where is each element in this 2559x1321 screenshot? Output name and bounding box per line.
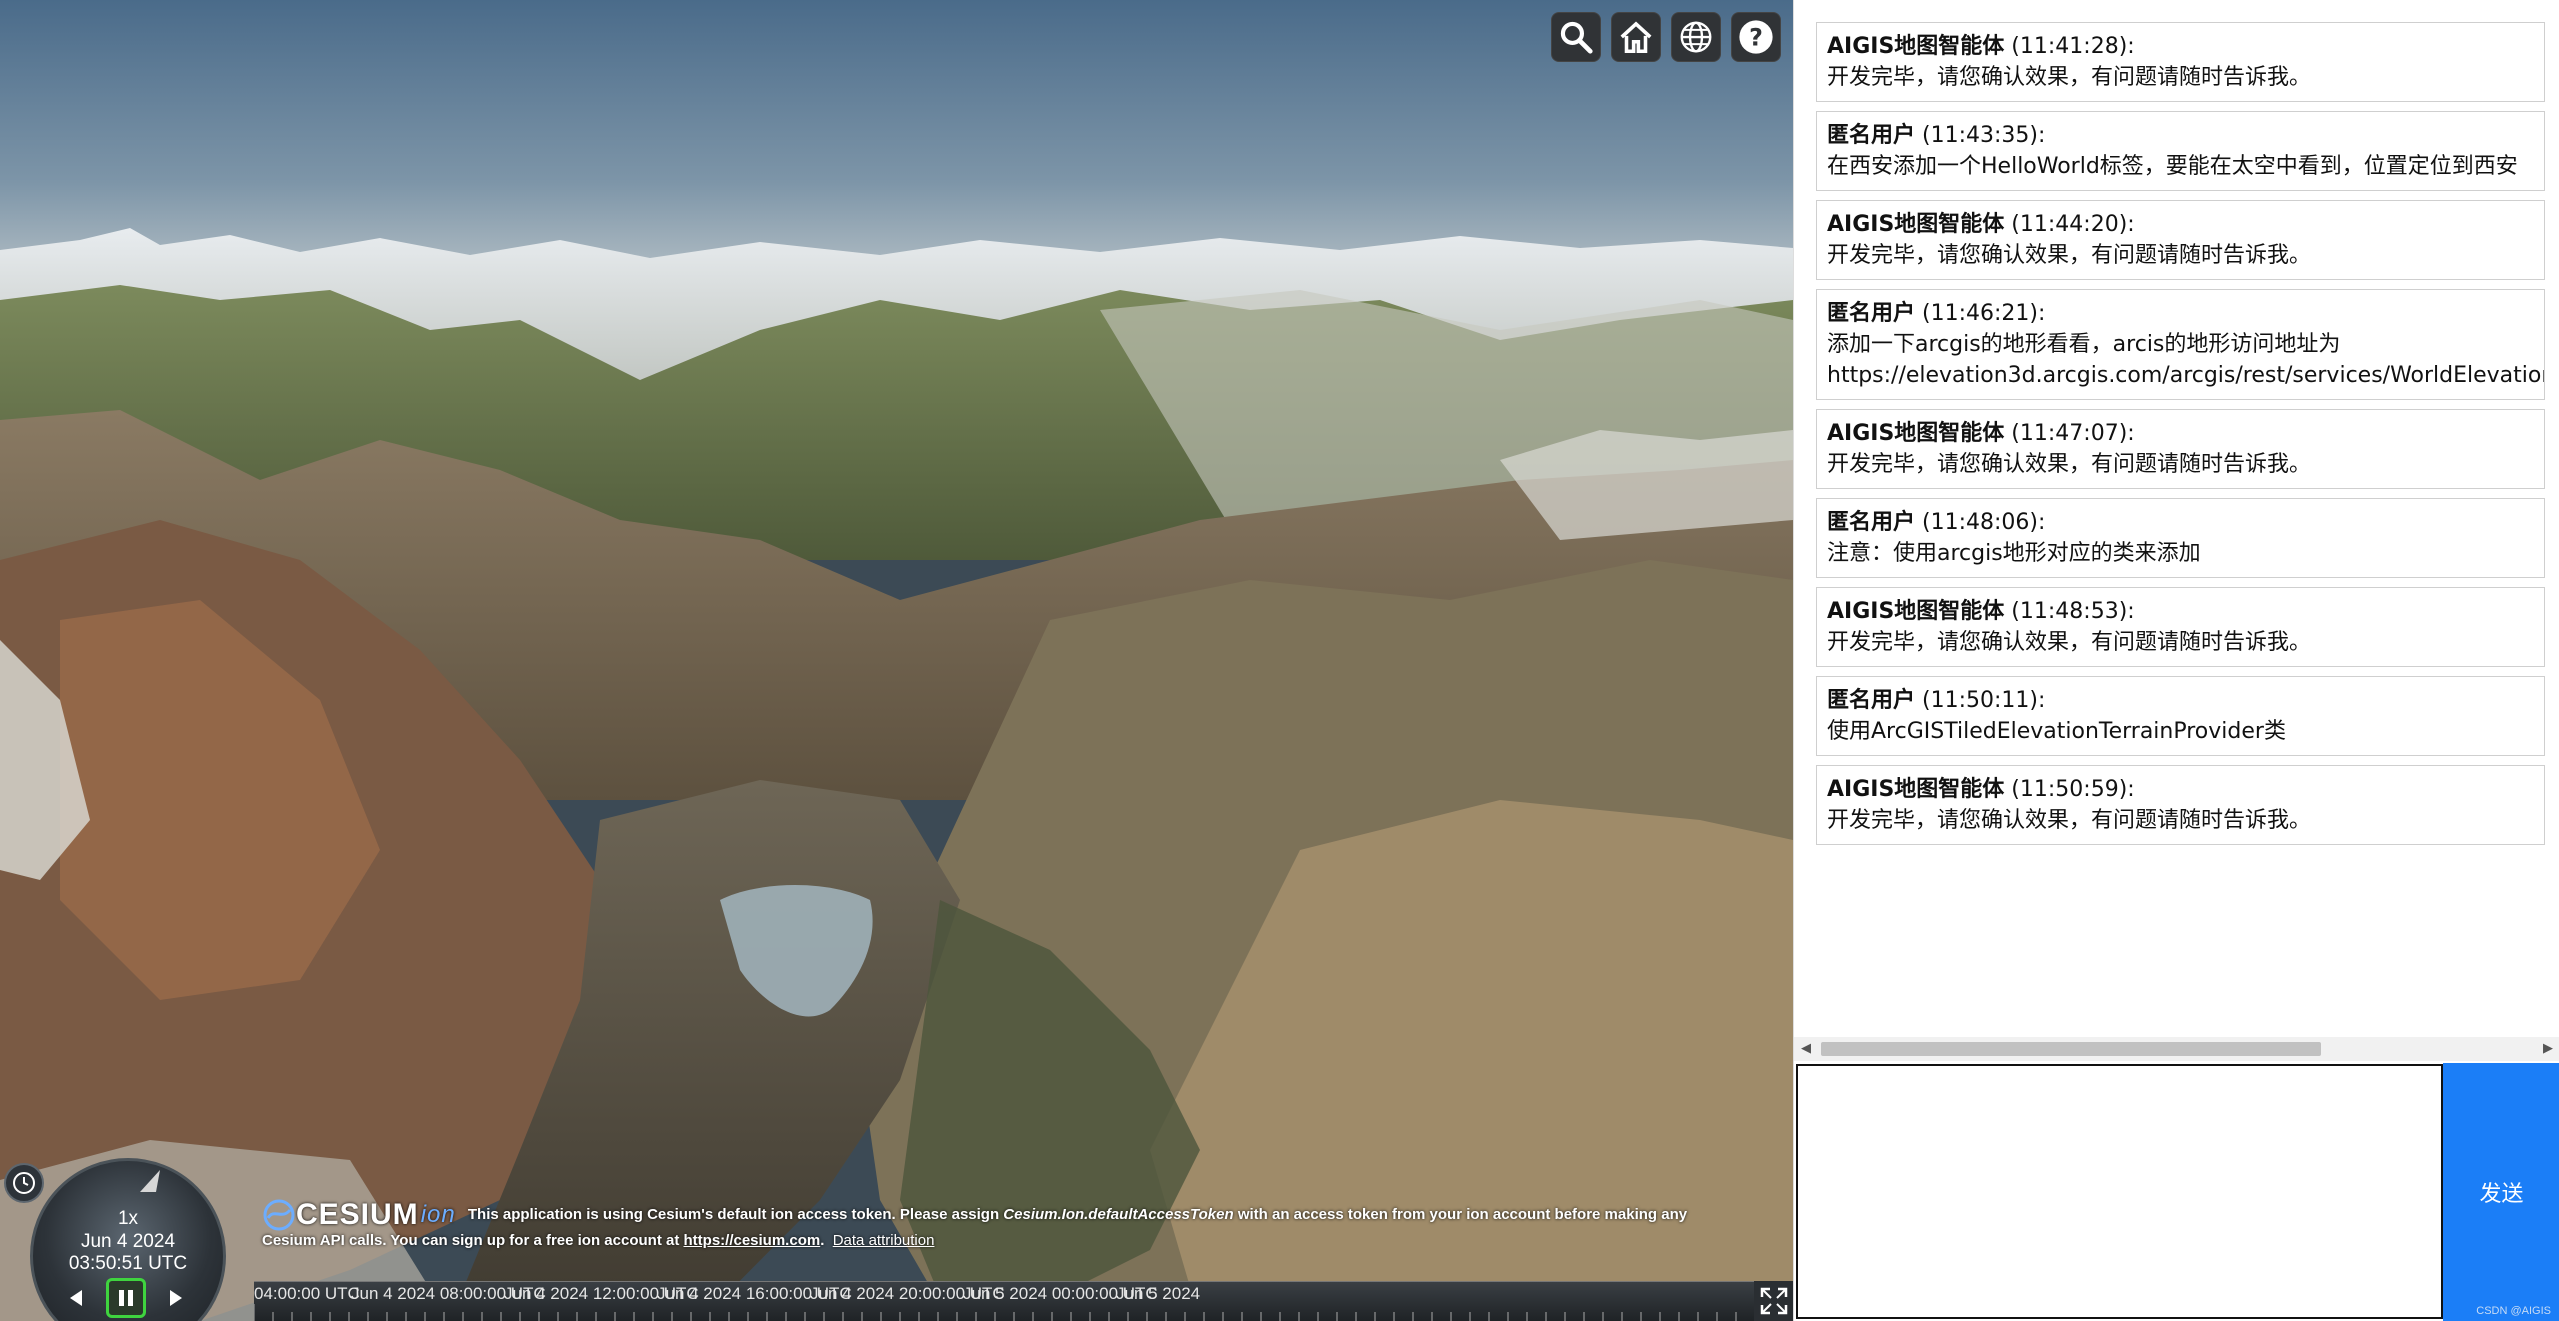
- credit-line1-a: This application is using Cesium's defau…: [467, 1205, 1000, 1223]
- data-attribution-link[interactable]: Data attribution: [833, 1232, 935, 1249]
- cesium-viewer[interactable]: ? 1x Jun 4 2024 03:50:51 UTC CESIUM ion …: [0, 0, 1793, 1321]
- cesium-signup-link[interactable]: https://cesium.com: [684, 1232, 821, 1249]
- chat-message: 匿名用户 (11:46:21): 添加一下arcgis的地形看看，arcis的地形…: [1816, 289, 2545, 400]
- animation-date: Jun 4 2024: [80, 1231, 176, 1252]
- pause-icon: [119, 1290, 133, 1306]
- message-content: 开发完毕，请您确认效果，有问题请随时告诉我。: [1827, 630, 2312, 655]
- chat-message: AIGIS地图智能体 (11:50:59): 开发完毕，请您确认效果，有问题请随时…: [1816, 765, 2545, 845]
- search-icon: [1560, 21, 1593, 54]
- message-content: 使用ArcGISTiledElevationTerrainProvider类: [1827, 719, 2286, 744]
- chat-message: 匿名用户 (11:43:35): 在西安添加一个HelloWorld标签，要能在太…: [1816, 111, 2545, 191]
- message-time: (11:44:20):: [2004, 212, 2135, 237]
- app-root: ? 1x Jun 4 2024 03:50:51 UTC CESIUM ion …: [0, 0, 2559, 1321]
- pause-button[interactable]: [106, 1278, 146, 1318]
- message-sender: AIGIS地图智能体: [1827, 421, 2005, 446]
- triangle-left-icon: [70, 1290, 82, 1306]
- home-icon: [1620, 21, 1652, 54]
- timeline[interactable]: 04:00:00 UTC Jun 4 2024 08:00:00 UTC Jun 4…: [254, 1281, 1754, 1321]
- scroll-left-icon[interactable]: ◀: [1798, 1041, 1814, 1057]
- scrollbar-thumb[interactable]: [1821, 1042, 2321, 1056]
- credit-line2-a: Cesium API calls. You can sign up for a …: [262, 1232, 680, 1249]
- message-list[interactable]: AIGIS地图智能体 (11:41:28): 开发完毕，请您确认效果，有问题请随时…: [1794, 22, 2559, 1037]
- fullscreen-icon: [1760, 1287, 1787, 1315]
- globe-icon: [1680, 21, 1712, 53]
- chat-message: AIGIS地图智能体 (11:44:20): 开发完毕，请您确认效果，有问题请随时…: [1816, 200, 2545, 280]
- watermark: CSDN @AIGIS: [2476, 1305, 2551, 1317]
- message-sender: AIGIS地图智能体: [1827, 212, 2005, 237]
- message-time: (11:50:11):: [1915, 688, 2046, 713]
- play-forward-button[interactable]: [156, 1278, 196, 1318]
- send-button[interactable]: 发送: [2443, 1063, 2559, 1321]
- timeline-label: 04:00:00 UTC: [254, 1284, 360, 1303]
- animation-speed: 1x: [117, 1208, 139, 1229]
- message-sender: 匿名用户: [1827, 510, 1916, 535]
- animation-time: 03:50:51 UTC: [68, 1253, 188, 1274]
- message-list-horizontal-scrollbar[interactable]: ◀ ▶: [1794, 1037, 2559, 1061]
- message-header: AIGIS地图智能体 (11:50:59):: [1827, 774, 2534, 805]
- message-content: 注意：使用arcgis地形对应的类来添加: [1827, 541, 2201, 566]
- shuttle-ring-pointer-icon[interactable]: [136, 1166, 166, 1196]
- chat-message: AIGIS地图智能体 (11:48:53): 开发完毕，请您确认效果，有问题请随时…: [1816, 587, 2545, 667]
- message-header: AIGIS地图智能体 (11:47:07):: [1827, 418, 2534, 449]
- message-time: (11:43:35):: [1915, 123, 2046, 148]
- message-time: (11:47:07):: [2004, 421, 2135, 446]
- message-time: (11:48:06):: [1915, 510, 2046, 535]
- message-content: 开发完毕，请您确认效果，有问题请随时告诉我。: [1827, 808, 2312, 833]
- home-button[interactable]: [1611, 12, 1661, 62]
- message-header: AIGIS地图智能体 (11:41:28):: [1827, 31, 2534, 62]
- triangle-right-icon: [170, 1290, 182, 1306]
- animation-widget: 1x Jun 4 2024 03:50:51 UTC: [0, 1150, 260, 1321]
- credit-line1-b: with an access token from your ion accou…: [1237, 1205, 1688, 1223]
- timeline-label: Jun 5 2024: [1116, 1284, 1201, 1303]
- message-time: (11:48:53):: [2004, 599, 2135, 624]
- message-sender: 匿名用户: [1827, 301, 1916, 326]
- message-content: 开发完毕，请您确认效果，有问题请随时告诉我。: [1827, 243, 2312, 268]
- message-sender: 匿名用户: [1827, 123, 1916, 148]
- message-header: AIGIS地图智能体 (11:44:20):: [1827, 209, 2534, 240]
- message-content: 在西安添加一个HelloWorld标签，要能在太空中看到，位置定位到西安: [1827, 154, 2518, 179]
- message-time: (11:46:21):: [1915, 301, 2046, 326]
- message-header: 匿名用户 (11:50:11):: [1827, 685, 2534, 716]
- message-sender: AIGIS地图智能体: [1827, 599, 2005, 624]
- message-content: 开发完毕，请您确认效果，有问题请随时告诉我。: [1827, 65, 2312, 90]
- message-content: 开发完毕，请您确认效果，有问题请随时告诉我。: [1827, 452, 2312, 477]
- geocoder-button[interactable]: [1551, 12, 1601, 62]
- svg-text:?: ?: [1749, 23, 1763, 51]
- help-button[interactable]: ?: [1731, 12, 1781, 62]
- message-time: (11:41:28):: [2004, 34, 2135, 59]
- chat-panel: AIGIS地图智能体 (11:41:28): 开发完毕，请您确认效果，有问题请随时…: [1793, 0, 2559, 1321]
- terrain-scene[interactable]: [0, 0, 1793, 1321]
- message-sender: 匿名用户: [1827, 688, 1916, 713]
- chat-message: AIGIS地图智能体 (11:41:28): 开发完毕，请您确认效果，有问题请随时…: [1816, 22, 2545, 102]
- fullscreen-button[interactable]: [1754, 1281, 1793, 1321]
- message-time: (11:50:59):: [2004, 777, 2135, 802]
- chat-message: 匿名用户 (11:48:06): 注意：使用arcgis地形对应的类来添加: [1816, 498, 2545, 578]
- message-content-url: https://elevation3d.arcgis.com/arcgis/re…: [1827, 363, 2545, 388]
- message-sender: AIGIS地图智能体: [1827, 777, 2005, 802]
- help-icon: ?: [1739, 20, 1773, 54]
- credits-container: CESIUM ion This application is using Cesi…: [262, 1198, 1688, 1249]
- chat-message: AIGIS地图智能体 (11:47:07): 开发完毕，请您确认效果，有问题请随时…: [1816, 409, 2545, 489]
- message-header: AIGIS地图智能体 (11:48:53):: [1827, 596, 2534, 627]
- credit-token-code: Cesium.Ion.defaultAccessToken: [1003, 1205, 1234, 1223]
- viewer-toolbar: ?: [1551, 12, 1781, 62]
- message-header: 匿名用户 (11:43:35):: [1827, 120, 2534, 151]
- message-sender: AIGIS地图智能体: [1827, 34, 2005, 59]
- chat-input[interactable]: [1796, 1064, 2443, 1319]
- scene-mode-button[interactable]: [1671, 12, 1721, 62]
- message-header: 匿名用户 (11:46:21):: [1827, 298, 2534, 329]
- message-header: 匿名用户 (11:48:06):: [1827, 507, 2534, 538]
- chat-message: 匿名用户 (11:50:11): 使用ArcGISTiledElevationTe…: [1816, 676, 2545, 756]
- play-reverse-button[interactable]: [56, 1278, 96, 1318]
- scroll-right-icon[interactable]: ▶: [2540, 1041, 2556, 1057]
- message-content: 添加一下arcgis的地形看看，arcis的地形访问地址为: [1827, 332, 2341, 357]
